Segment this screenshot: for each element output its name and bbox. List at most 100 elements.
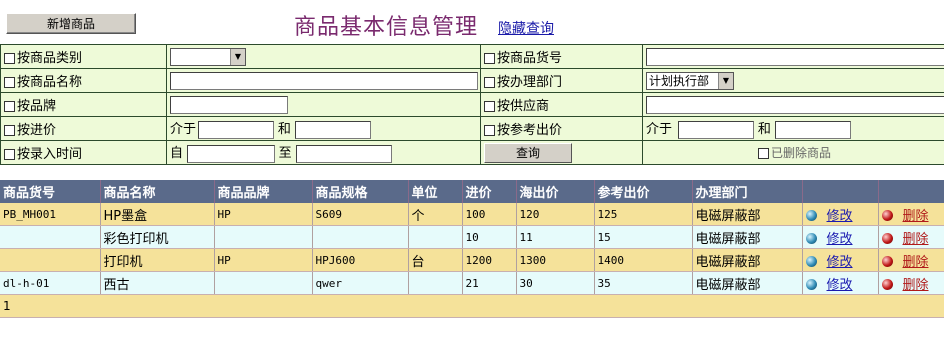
cell-ref: 125	[594, 203, 693, 226]
column-header	[802, 180, 879, 203]
table-header-row: 商品货号 商品名称 商品品牌 商品规格 单位 进价 海出价 参考出价 办理部门	[0, 180, 944, 203]
column-header	[878, 180, 944, 203]
table-row: PB_MH001 HP墨盒 HP S609 个 100 120 125 电磁屏蔽部 修改 删除	[0, 203, 944, 226]
edit-link[interactable]: 修改	[827, 209, 853, 224]
query-form: 按商品类别 ▼ 按商品货号 按商品名称 按办理部门 计划执行部 ▼ 按品牌 按供应…	[0, 44, 944, 165]
date-to-input[interactable]	[295, 144, 392, 163]
column-header: 商品货号	[0, 180, 101, 203]
delete-cell: 删除	[878, 248, 944, 272]
cell-dept: 电磁屏蔽部	[692, 271, 803, 295]
delete-link[interactable]: 删除	[903, 232, 929, 247]
cell-name: 西古	[100, 271, 215, 295]
price-between-label: 介于	[170, 122, 197, 138]
price-label: 按进价	[17, 123, 57, 138]
chevron-down-icon: ▼	[718, 72, 733, 89]
edit-link[interactable]: 修改	[827, 255, 853, 270]
edit-bullet-icon	[805, 255, 817, 267]
cell-unit	[408, 271, 463, 295]
edit-link[interactable]: 修改	[827, 278, 853, 293]
delete-bullet-icon	[881, 255, 893, 267]
code-input[interactable]	[646, 47, 944, 66]
cell-ref: 15	[594, 225, 693, 249]
edit-bullet-icon	[805, 278, 817, 290]
cell-brand	[214, 225, 313, 249]
dept-checkbox[interactable]	[484, 77, 495, 88]
filter-category-cell: 按商品类别	[0, 44, 167, 69]
brand-input[interactable]	[170, 95, 288, 114]
cell-code: dl-h-01	[0, 271, 101, 295]
chevron-down-icon: ▼	[230, 48, 245, 65]
deleted-goods-checkbox[interactable]	[758, 148, 769, 159]
brand-checkbox[interactable]	[4, 101, 15, 112]
cell-code	[0, 225, 101, 249]
ref-min-input[interactable]	[678, 120, 755, 139]
delete-link[interactable]: 删除	[903, 255, 929, 270]
delete-cell: 删除	[878, 271, 944, 295]
top-bar: 新增商品 商品基本信息管理 隐藏查询	[0, 0, 944, 44]
category-select[interactable]: ▼	[170, 47, 246, 66]
price-min-input[interactable]	[198, 120, 275, 139]
entry-time-checkbox[interactable]	[4, 149, 15, 160]
category-label: 按商品类别	[17, 51, 83, 66]
cell-spec: qwer	[312, 271, 409, 295]
column-header: 参考出价	[594, 180, 693, 203]
cell-ref: 35	[594, 271, 693, 295]
supplier-label: 按供应商	[497, 99, 550, 114]
name-input[interactable]	[170, 71, 478, 90]
price-checkbox[interactable]	[4, 125, 15, 136]
delete-link[interactable]: 删除	[903, 209, 929, 224]
deleted-goods-label: 已删除商品	[771, 146, 832, 160]
delete-link[interactable]: 删除	[903, 278, 929, 293]
ref-and-label: 和	[757, 122, 771, 138]
date-from-input[interactable]	[186, 144, 275, 163]
cell-cost: 21	[462, 271, 517, 295]
cell-ref: 1400	[594, 248, 693, 272]
new-goods-button[interactable]: 新增商品	[6, 13, 136, 34]
table-row: dl-h-01 西古 qwer 21 30 35 电磁屏蔽部 修改 删除	[0, 271, 944, 295]
cell-sea: 120	[516, 203, 595, 226]
supplier-input[interactable]	[646, 95, 944, 114]
code-checkbox[interactable]	[484, 53, 495, 64]
column-header: 商品规格	[312, 180, 409, 203]
dept-label: 按办理部门	[497, 75, 563, 90]
name-checkbox[interactable]	[4, 77, 15, 88]
cell-sea: 11	[516, 225, 595, 249]
delete-cell: 删除	[878, 225, 944, 249]
cell-dept: 电磁屏蔽部	[692, 248, 803, 272]
column-header: 海出价	[516, 180, 595, 203]
delete-bullet-icon	[881, 278, 893, 290]
delete-cell: 删除	[878, 203, 944, 226]
ref-price-label: 按参考出价	[497, 123, 563, 138]
cell-cost: 1200	[462, 248, 517, 272]
cell-sea: 30	[516, 271, 595, 295]
cell-brand	[214, 271, 313, 295]
cell-spec: S609	[312, 203, 409, 226]
cell-dept: 电磁屏蔽部	[692, 203, 803, 226]
edit-cell: 修改	[802, 203, 879, 226]
supplier-checkbox[interactable]	[484, 101, 495, 112]
cell-unit: 个	[408, 203, 463, 226]
edit-cell: 修改	[802, 271, 879, 295]
edit-cell: 修改	[802, 225, 879, 249]
hide-query-link[interactable]: 隐藏查询	[498, 18, 554, 38]
price-max-input[interactable]	[294, 120, 371, 139]
column-header: 单位	[408, 180, 463, 203]
ref-max-input[interactable]	[774, 120, 851, 139]
dept-select[interactable]: 计划执行部 ▼	[646, 71, 734, 90]
query-button[interactable]: 查询	[484, 142, 572, 163]
cell-name: 打印机	[100, 248, 215, 272]
edit-bullet-icon	[805, 209, 817, 221]
cell-code: PB_MH001	[0, 203, 101, 226]
cell-cost: 10	[462, 225, 517, 249]
cell-brand: HP	[214, 248, 313, 272]
from-label: 自	[170, 146, 184, 162]
cell-brand: HP	[214, 203, 313, 226]
cell-code	[0, 248, 101, 272]
ref-price-checkbox[interactable]	[484, 125, 495, 136]
cell-unit: 台	[408, 248, 463, 272]
category-checkbox[interactable]	[4, 53, 15, 64]
column-header: 商品品牌	[214, 180, 313, 203]
column-header: 办理部门	[692, 180, 803, 203]
edit-link[interactable]: 修改	[827, 232, 853, 247]
column-header: 商品名称	[100, 180, 215, 203]
